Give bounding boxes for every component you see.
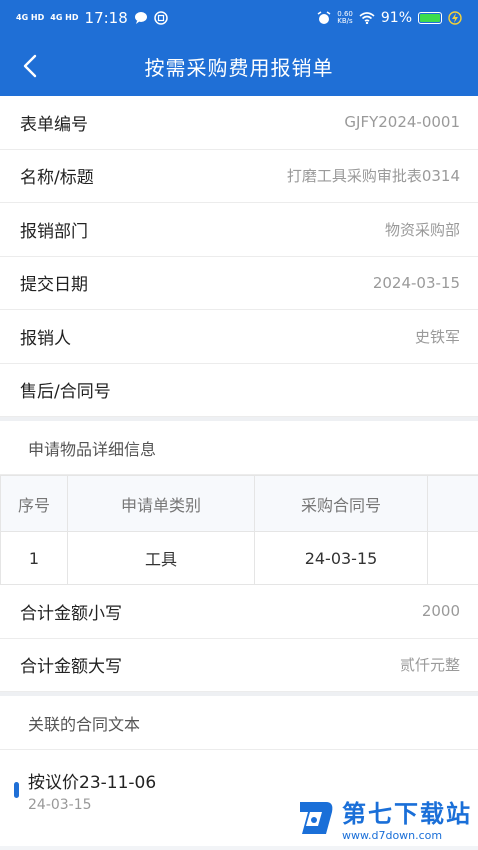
watermark-name: 第七下载站 bbox=[342, 800, 472, 828]
field-label: 售后/合同号 bbox=[20, 382, 111, 403]
field-label: 提交日期 bbox=[20, 275, 88, 296]
watermark: 第七下载站 www.d7down.com bbox=[296, 794, 472, 842]
field-value: 2024-03-15 bbox=[372, 273, 460, 292]
form-row-contract-number: 售后/合同号 bbox=[0, 364, 478, 417]
network-speed-unit: KB/s bbox=[337, 17, 353, 25]
field-value: GJFY2024-0001 bbox=[344, 113, 460, 132]
navigation-bar: 按需采购费用报销单 bbox=[0, 36, 478, 96]
watermark-logo-icon bbox=[300, 802, 333, 834]
field-label: 合计金额小写 bbox=[20, 603, 122, 624]
field-label: 名称/标题 bbox=[20, 168, 94, 189]
form-row-submit-date: 提交日期 2024-03-15 bbox=[0, 257, 478, 310]
cell-contract: 24-03-15 bbox=[254, 531, 428, 585]
watermark-url: www.d7down.com bbox=[342, 829, 443, 842]
details-section-title: 申请物品详细信息 bbox=[0, 417, 478, 475]
status-bar: 4G HD 4G HD 17:18 0.60 KB/s 91% bbox=[0, 0, 478, 36]
cell-category: 工具 bbox=[67, 531, 255, 585]
column-header-contract: 采购合同号 bbox=[254, 475, 428, 532]
form-row-department: 报销部门 物资采购部 bbox=[0, 203, 478, 257]
form-row-applicant: 报销人 史铁军 bbox=[0, 310, 478, 364]
field-value: 物资采购部 bbox=[384, 220, 460, 239]
form-fields: 表单编号 GJFY2024-0001 名称/标题 打磨工具采购审批表0314 报… bbox=[0, 96, 478, 417]
contracts-section-title: 关联的合同文本 bbox=[0, 692, 478, 750]
message-icon bbox=[134, 12, 147, 24]
field-label: 表单编号 bbox=[20, 114, 88, 135]
cell-extra bbox=[427, 531, 478, 585]
field-label: 报销部门 bbox=[20, 221, 88, 242]
details-table: 序号 申请单类别 采购合同号 1 工具 24-03-15 bbox=[0, 475, 478, 585]
column-header-extra bbox=[427, 475, 478, 532]
form-row-number: 表单编号 GJFY2024-0001 bbox=[0, 96, 478, 150]
table-row: 1 工具 24-03-15 bbox=[0, 531, 478, 585]
status-time: 17:18 bbox=[84, 9, 128, 27]
battery-icon bbox=[418, 12, 442, 24]
field-label: 合计金额大写 bbox=[20, 657, 122, 678]
cell-index: 1 bbox=[0, 531, 68, 585]
form-row-title: 名称/标题 打磨工具采购审批表0314 bbox=[0, 150, 478, 203]
field-value: 贰仟元整 bbox=[399, 656, 460, 675]
field-value: 打磨工具采购审批表0314 bbox=[286, 167, 460, 186]
page-title: 按需采购费用报销单 bbox=[144, 55, 334, 80]
field-value: 2000 bbox=[421, 602, 460, 621]
signal-indicator-2: 4G HD bbox=[50, 13, 79, 22]
field-label: 报销人 bbox=[20, 328, 71, 349]
form-row-total-upper: 合计金额大写 贰仟元整 bbox=[0, 639, 478, 692]
contract-title: 按议价23-11-06 bbox=[28, 773, 157, 793]
chevron-left-icon bbox=[23, 54, 37, 78]
app-notification-icon bbox=[154, 11, 168, 25]
totals: 合计金额小写 2000 合计金额大写 贰仟元整 bbox=[0, 585, 478, 692]
alarm-icon bbox=[317, 11, 331, 24]
table-header-row: 序号 申请单类别 采购合同号 bbox=[0, 475, 478, 532]
battery-percent: 91% bbox=[380, 10, 412, 26]
wifi-icon bbox=[359, 12, 375, 24]
list-item-indicator bbox=[14, 782, 19, 798]
charging-icon bbox=[448, 11, 462, 25]
signal-indicator-1: 4G HD bbox=[16, 13, 45, 22]
column-header-index: 序号 bbox=[0, 475, 68, 532]
column-header-category: 申请单类别 bbox=[67, 475, 255, 532]
back-button[interactable] bbox=[14, 50, 46, 82]
field-value: 史铁军 bbox=[414, 327, 460, 346]
form-row-total-lower: 合计金额小写 2000 bbox=[0, 585, 478, 639]
